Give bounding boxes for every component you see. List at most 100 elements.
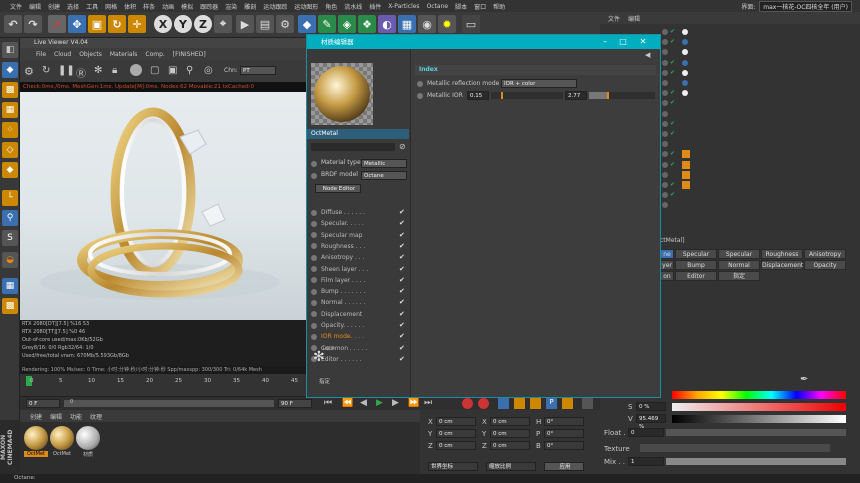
y-position-field[interactable]: 0 cm <box>436 429 476 438</box>
autokey-icon[interactable] <box>478 398 489 409</box>
menu-item[interactable]: 模拟 <box>181 2 193 11</box>
mix-slider[interactable] <box>666 458 846 465</box>
menu-item[interactable]: 文件 <box>10 2 22 11</box>
menu-item[interactable]: 选择 <box>67 2 79 11</box>
visibility-icon[interactable] <box>662 90 668 97</box>
pen-icon[interactable]: ✎ <box>318 15 336 33</box>
attribute-tab[interactable]: 指定 <box>718 271 760 281</box>
visibility-icon[interactable] <box>662 59 668 66</box>
check-icon[interactable]: ✔ <box>670 59 675 66</box>
object-row[interactable]: ✔ <box>662 69 712 78</box>
saturation-field[interactable]: 0 % <box>636 402 666 411</box>
attribute-tab[interactable]: Opacity <box>804 260 846 270</box>
tag-icon[interactable] <box>682 39 688 46</box>
scale-icon[interactable]: ▣ <box>88 15 106 33</box>
checker-icon[interactable]: ▩ <box>2 298 18 314</box>
object-row[interactable]: ✔ <box>662 160 712 170</box>
tag-icon[interactable] <box>682 29 688 35</box>
menu-item[interactable]: 流水线 <box>344 2 362 11</box>
check-icon[interactable]: ✔ <box>670 130 675 137</box>
reset-icon[interactable]: ⊘ <box>399 142 406 151</box>
channel-checkbox[interactable]: ✔ <box>399 286 407 297</box>
section-index[interactable]: Index <box>415 65 656 75</box>
visibility-icon[interactable] <box>662 192 668 199</box>
prev-key-icon[interactable]: ⏪ <box>342 398 353 408</box>
magnet-icon[interactable]: ◒ <box>2 252 18 268</box>
check-icon[interactable]: ✔ <box>670 99 675 106</box>
material-menu-item[interactable]: 纹理 <box>90 412 102 421</box>
viewer-menu-item[interactable]: [FINISHED] <box>173 51 206 58</box>
channel-row[interactable]: Normal . . . . . . ✔ <box>311 297 407 308</box>
menu-item[interactable]: 角色 <box>325 2 337 11</box>
menu-item[interactable]: X-Particles <box>388 3 419 10</box>
texture-mode-icon[interactable]: ▩ <box>2 82 18 98</box>
ior-field-2[interactable]: 2.77 <box>565 91 587 100</box>
channel-row[interactable]: IOR mode. . . . ✔ <box>311 331 407 342</box>
channel-row[interactable]: Displacement ✔ <box>311 309 407 320</box>
object-row[interactable]: ✔ <box>662 89 712 98</box>
select-icon[interactable]: ➚ <box>48 15 66 33</box>
tweak-mode-icon[interactable]: ⚲ <box>2 210 18 226</box>
channel-row[interactable]: Sheen layer . . . ✔ <box>311 264 407 275</box>
viewer-menu-item[interactable]: Objects <box>79 51 102 58</box>
key-scale-icon[interactable] <box>514 398 525 409</box>
channel-row[interactable]: Anisotropy . . . ✔ <box>311 252 407 263</box>
next-key-icon[interactable]: ⏩ <box>408 398 419 408</box>
timeline[interactable]: 0 5 10 15 20 25 30 35 40 45 <box>20 374 306 396</box>
object-row[interactable] <box>662 110 712 119</box>
visibility-icon[interactable] <box>662 110 668 117</box>
attribute-tab[interactable]: Editor <box>675 271 717 281</box>
viewer-menu-item[interactable]: Materials <box>110 51 138 58</box>
visibility-icon[interactable] <box>662 182 668 188</box>
channel-row[interactable]: Bump . . . . . . . ✔ <box>311 286 407 297</box>
menu-item[interactable]: 窗口 <box>474 2 486 11</box>
pin-icon[interactable]: ⚲ <box>186 65 193 76</box>
value-field[interactable]: 95.469 % <box>636 414 666 430</box>
points-mode-icon[interactable]: ⁘ <box>2 122 18 138</box>
tag-icon[interactable] <box>682 59 688 66</box>
h-rotation-field[interactable]: 0° <box>544 417 584 426</box>
ior-slider-1-handle[interactable] <box>501 92 503 99</box>
key-param-icon[interactable]: P <box>546 398 557 409</box>
visibility-icon[interactable] <box>662 100 668 107</box>
material-name[interactable]: OctMetal <box>307 129 409 139</box>
attribute-tab[interactable]: Normal <box>718 260 760 270</box>
tag-icon[interactable] <box>682 69 688 76</box>
go-end-icon[interactable]: ⏭ <box>424 398 432 408</box>
channel-row[interactable]: Film layer . . . . ✔ <box>311 275 407 286</box>
channel-dropdown[interactable]: PT <box>240 66 276 75</box>
channel-checkbox[interactable]: ✔ <box>399 297 407 308</box>
channel-row[interactable]: Roughness . . . ✔ <box>311 241 407 252</box>
material-thumb[interactable]: 材质 <box>76 426 100 460</box>
assign-label[interactable]: 指定 <box>319 377 330 385</box>
menu-item[interactable]: Octane <box>427 3 449 10</box>
attribute-tab[interactable]: Displacement <box>761 260 803 270</box>
undo-icon[interactable]: ↶ <box>4 15 22 33</box>
channel-checkbox[interactable]: ✔ <box>399 343 407 354</box>
visibility-icon[interactable] <box>662 161 668 168</box>
attribute-tab[interactable]: on <box>660 271 674 281</box>
menu-item[interactable]: 插件 <box>369 2 381 11</box>
channel-row[interactable]: Specular map ✔ <box>311 230 407 241</box>
channel-row[interactable]: Specular. . . . . ✔ <box>311 218 407 229</box>
edges-mode-icon[interactable]: ◇ <box>2 142 18 158</box>
menu-item[interactable]: 样条 <box>143 2 155 11</box>
visibility-icon[interactable] <box>662 49 668 56</box>
go-start-icon[interactable]: ⏮ <box>324 398 332 408</box>
visibility-icon[interactable] <box>662 80 668 86</box>
visibility-icon[interactable] <box>662 151 668 158</box>
channel-checkbox[interactable]: ✔ <box>399 309 407 320</box>
model-mode-icon[interactable]: ◆ <box>2 62 18 78</box>
mix-field[interactable]: 1 <box>628 457 664 466</box>
tag-icon[interactable] <box>682 80 688 86</box>
float-slider[interactable] <box>666 429 846 436</box>
material-tag-icon[interactable] <box>682 150 690 159</box>
camera-icon[interactable]: ◉ <box>418 15 436 33</box>
texture-slot[interactable] <box>640 444 830 452</box>
menu-item[interactable]: 渲染 <box>225 2 237 11</box>
check-icon[interactable]: ✔ <box>670 191 675 198</box>
p-rotation-field[interactable]: 0° <box>544 429 584 438</box>
visibility-icon[interactable] <box>662 69 668 76</box>
z-axis-icon[interactable]: Z <box>194 15 212 33</box>
render-settings-icon[interactable]: ⚙ <box>276 15 294 33</box>
